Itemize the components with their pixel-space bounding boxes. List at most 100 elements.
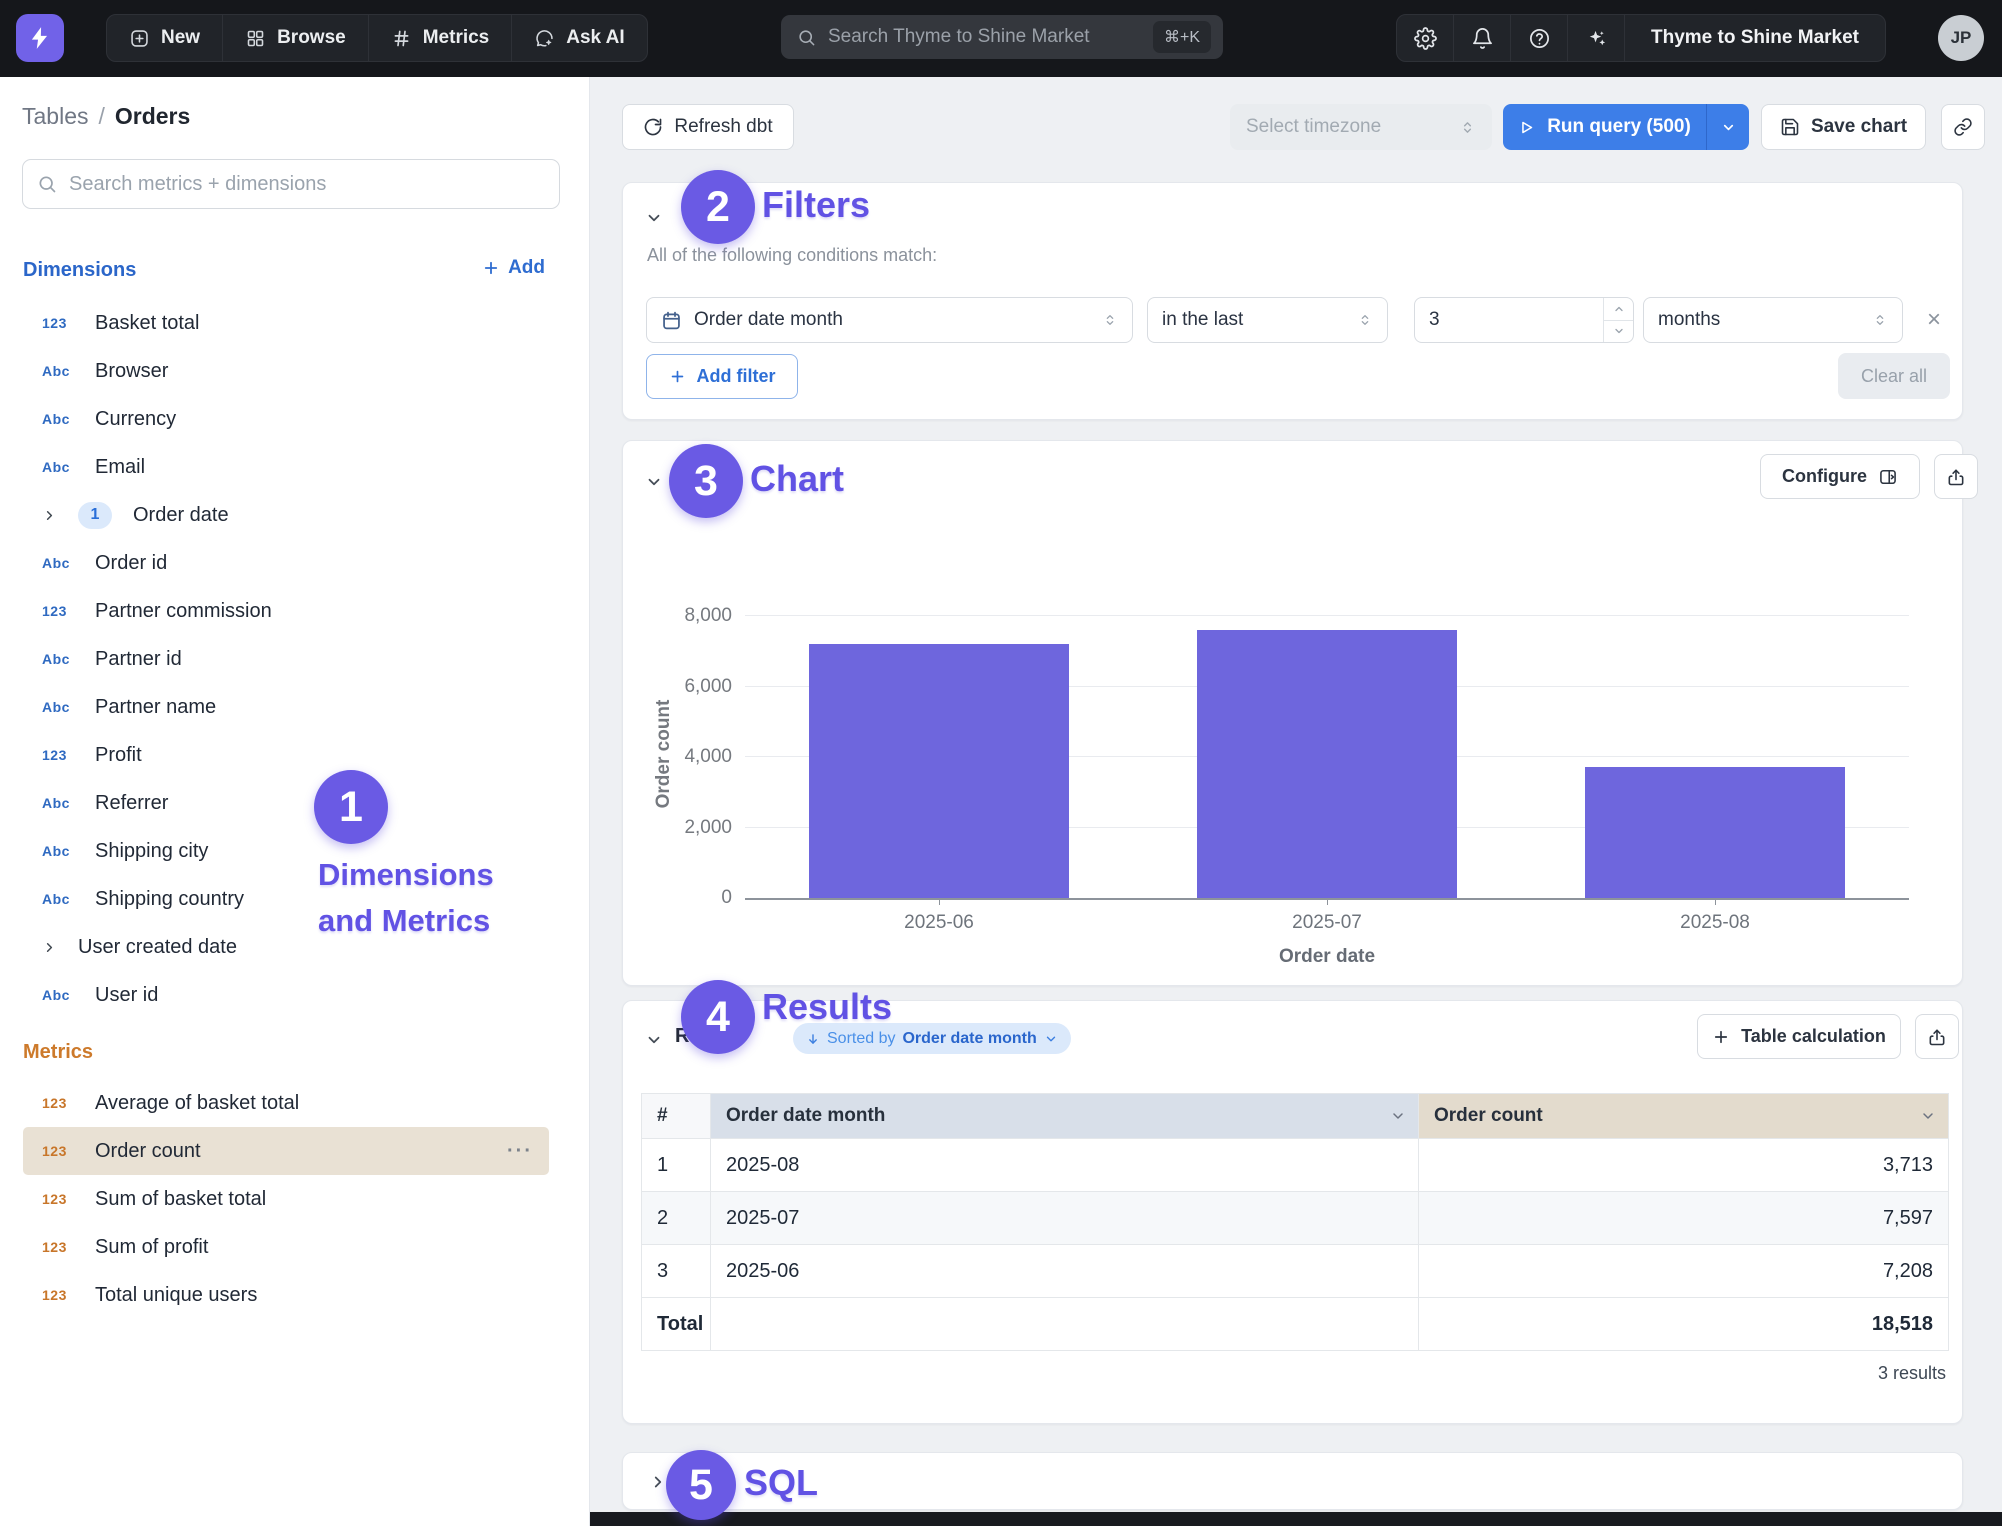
sidebar-item-profit[interactable]: 123Profit <box>23 731 549 779</box>
annotation-4-circle: 4 <box>681 980 755 1054</box>
number-type-icon: 123 <box>42 1239 74 1255</box>
app-logo[interactable] <box>16 14 64 62</box>
y-axis-tick-label: 0 <box>640 887 732 909</box>
order-date-month-cell[interactable]: 2025-06 <box>711 1245 1419 1298</box>
timezone-select[interactable]: Select timezone <box>1230 104 1492 150</box>
gear-icon <box>1414 27 1437 50</box>
sidebar-item-order-date[interactable]: 1Order date <box>23 491 549 539</box>
results-count: 3 results <box>1878 1363 1946 1384</box>
remove-filter-button[interactable]: × <box>1917 303 1951 337</box>
fields-search-input[interactable] <box>69 173 545 196</box>
export-chart-button[interactable] <box>1934 454 1978 499</box>
chevron-right-icon[interactable] <box>42 940 57 955</box>
collapse-filters-chevron[interactable] <box>645 209 663 227</box>
sidebar-item-browser[interactable]: AbcBrowser <box>23 347 549 395</box>
sidebar-item-label: Order id <box>95 552 167 575</box>
settings-button[interactable] <box>1397 15 1454 61</box>
sidebar-item-label: Average of basket total <box>95 1092 299 1115</box>
bar-2025-06[interactable] <box>809 644 1069 898</box>
table-calculation-button[interactable]: Table calculation <box>1697 1014 1901 1059</box>
nav-item-label: Browse <box>277 27 346 49</box>
link-icon <box>1953 117 1973 137</box>
refresh-dbt-button[interactable]: Refresh dbt <box>622 104 794 150</box>
sidebar-item-order-id[interactable]: Abc Order id <box>23 539 549 587</box>
clear-all-filters-button[interactable]: Clear all <box>1838 353 1950 399</box>
unfold-icon <box>1872 312 1888 328</box>
add-dimension-button[interactable]: Add <box>482 257 545 279</box>
sidebar-item-email[interactable]: AbcEmail <box>23 443 549 491</box>
notifications-button[interactable] <box>1454 15 1511 61</box>
x-axis-tick-label: 2025-06 <box>745 912 1133 934</box>
fields-search[interactable] <box>22 159 560 209</box>
x-axis-tick <box>939 898 940 905</box>
filter-value-input[interactable] <box>1415 309 1575 331</box>
collapse-chart-chevron[interactable] <box>645 473 663 491</box>
configure-chart-button[interactable]: Configure <box>1760 454 1920 499</box>
column-header-order-date-month[interactable]: Order date month <box>711 1094 1419 1139</box>
global-search[interactable]: ⌘+K <box>781 15 1223 59</box>
help-button[interactable] <box>1511 15 1568 61</box>
column-header-order-count[interactable]: Order count <box>1419 1094 1949 1139</box>
share-link-button[interactable] <box>1941 104 1985 150</box>
expand-sql-chevron[interactable] <box>649 1473 667 1491</box>
share-icon <box>1927 1027 1947 1047</box>
bar-2025-07[interactable] <box>1197 630 1457 898</box>
ai-sparkles-button[interactable] <box>1568 15 1625 61</box>
annotation-1-label: Dimensions and Metrics <box>318 852 550 944</box>
chevron-right-icon[interactable] <box>42 508 57 523</box>
nav-item-label: Metrics <box>423 27 490 49</box>
filter-operator-select[interactable]: in the last <box>1147 297 1388 343</box>
sidebar-item-referrer[interactable]: AbcReferrer <box>23 779 549 827</box>
chevron-down-icon[interactable] <box>1920 1108 1936 1124</box>
sidebar-metric-average-of-basket-total[interactable]: 123Average of basket total <box>23 1079 549 1127</box>
nav-item-ask-ai[interactable]: Ask AI <box>512 15 646 61</box>
number-type-icon: 123 <box>42 315 74 331</box>
unfold-icon <box>1357 312 1373 328</box>
filter-field-select[interactable]: Order date month <box>646 297 1133 343</box>
x-axis-tick <box>1715 898 1716 905</box>
org-switcher[interactable]: Thyme to Shine Market <box>1625 15 1885 61</box>
chevron-down-icon[interactable] <box>1390 1108 1406 1124</box>
lightning-icon <box>27 25 53 51</box>
nav-item-metrics[interactable]: Metrics <box>369 15 513 61</box>
sidebar-item-basket-total[interactable]: 123Basket total <box>23 299 549 347</box>
run-query-button[interactable]: Run query (500) <box>1503 104 1706 150</box>
sidebar-item-label: Shipping country <box>95 888 244 911</box>
breadcrumb: Tables/Orders <box>22 103 190 130</box>
sidebar-metric-sum-of-basket-total[interactable]: 123Sum of basket total <box>23 1175 549 1223</box>
run-query-options-button[interactable] <box>1706 104 1749 150</box>
export-results-button[interactable] <box>1915 1014 1959 1059</box>
sidebar-metric-order-count[interactable]: 123Order count··· <box>23 1127 549 1175</box>
sidebar-item-user-id[interactable]: AbcUser id <box>23 971 549 1019</box>
sidebar-item-partner-id[interactable]: AbcPartner id <box>23 635 549 683</box>
order-count-cell[interactable]: 7,597 <box>1419 1192 1949 1245</box>
number-type-icon: 123 <box>42 1287 74 1303</box>
sidebar-item-partner-name[interactable]: AbcPartner name <box>23 683 549 731</box>
add-filter-button[interactable]: Add filter <box>646 354 798 399</box>
stepper-down-button[interactable] <box>1604 321 1633 343</box>
sidebar-item-currency[interactable]: AbcCurrency <box>23 395 549 443</box>
nav-item-new[interactable]: New <box>107 15 223 61</box>
sidebar-item-partner-commission[interactable]: 123Partner commission <box>23 587 549 635</box>
more-options-icon[interactable]: ··· <box>507 1140 533 1163</box>
sidebar-metric-total-unique-users[interactable]: 123Total unique users <box>23 1271 549 1319</box>
bar-2025-08[interactable] <box>1585 767 1845 898</box>
global-search-input[interactable] <box>828 26 1141 48</box>
order-count-cell[interactable]: 7,208 <box>1419 1245 1949 1298</box>
user-avatar[interactable]: JP <box>1938 15 1984 61</box>
sidebar-metric-sum-of-profit[interactable]: 123Sum of profit <box>23 1223 549 1271</box>
table-total-row: Total18,518 <box>642 1298 1949 1351</box>
text-type-icon: Abc <box>42 891 74 907</box>
collapse-results-chevron[interactable] <box>645 1031 663 1049</box>
order-date-month-cell[interactable]: 2025-08 <box>711 1139 1419 1192</box>
nav-item-browse[interactable]: Browse <box>223 15 369 61</box>
save-chart-button[interactable]: Save chart <box>1761 104 1926 150</box>
text-type-icon: Abc <box>42 651 74 667</box>
filter-unit-select[interactable]: months <box>1643 297 1903 343</box>
breadcrumb-tables-link[interactable]: Tables <box>22 103 88 129</box>
order-count-cell[interactable]: 3,713 <box>1419 1139 1949 1192</box>
metrics-list: 123Average of basket total123Order count… <box>23 1079 549 1319</box>
order-date-month-cell[interactable]: 2025-07 <box>711 1192 1419 1245</box>
stepper-up-button[interactable] <box>1604 298 1633 321</box>
text-type-icon: Abc <box>42 555 74 571</box>
